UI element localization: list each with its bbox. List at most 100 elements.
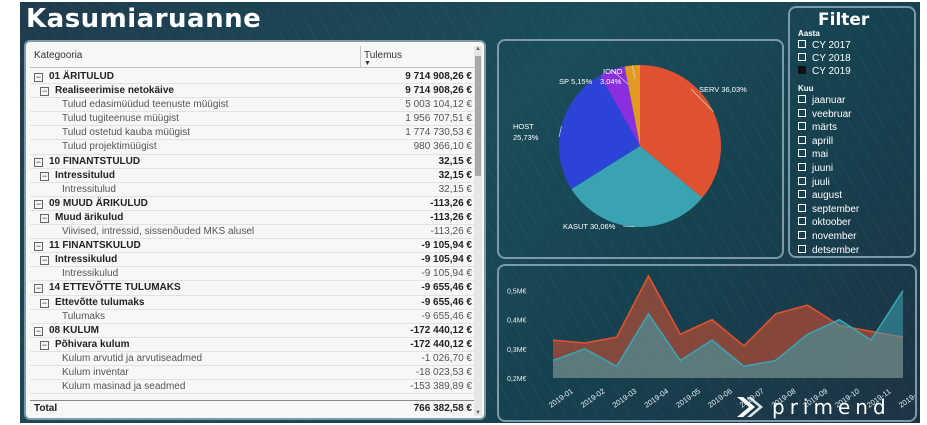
- month-option-label: aprill: [812, 135, 834, 147]
- row-label-text: Tulumaks: [62, 310, 105, 322]
- month-option[interactable]: mai: [798, 149, 828, 160]
- table-row[interactable]: Viivised, intressid, sissenõuded MKS alu…: [30, 225, 476, 240]
- pie-data-label: SERV 36,03%: [699, 85, 747, 94]
- table-row[interactable]: − Põhivara kulum -172 440,12 €: [30, 338, 476, 352]
- table-row[interactable]: Intressitulud 32,15 €: [30, 183, 476, 197]
- year-option[interactable]: CY 2017: [798, 40, 851, 51]
- sort-desc-icon[interactable]: ▼: [364, 60, 371, 67]
- collapse-icon[interactable]: −: [40, 298, 49, 308]
- pie-data-label: 3,04%: [600, 77, 622, 86]
- checkbox-icon[interactable]: [798, 176, 806, 185]
- checkbox-icon[interactable]: [798, 108, 806, 117]
- month-option-label: jaanuar: [812, 95, 846, 106]
- checkbox-icon[interactable]: [798, 135, 806, 144]
- table-row[interactable]: −08 KULUM -172 440,12 €: [30, 324, 476, 338]
- collapse-icon[interactable]: −: [34, 157, 43, 167]
- table-row[interactable]: Tulud edasimüüdud teenuste müügist 5 003 …: [30, 98, 476, 113]
- checkbox-icon[interactable]: [798, 53, 806, 61]
- table-row[interactable]: − Intressikulud -9 105,94 €: [30, 253, 476, 268]
- collapse-icon[interactable]: −: [40, 256, 49, 266]
- checkbox-icon[interactable]: [798, 190, 806, 199]
- scroll-down-icon[interactable]: ▼: [474, 410, 482, 416]
- collapse-icon[interactable]: −: [40, 87, 49, 97]
- checkbox-icon[interactable]: [798, 149, 806, 158]
- row-label: Tulud ostetud kauba müügist: [62, 126, 190, 140]
- month-option-label: veebruar: [812, 108, 852, 120]
- row-label: Kulum inventar: [62, 366, 129, 380]
- collapse-icon[interactable]: −: [34, 284, 43, 294]
- month-option-label: juuli: [812, 176, 830, 188]
- row-value: 1 774 730,53 €: [405, 127, 472, 139]
- column-separator[interactable]: [360, 46, 361, 68]
- x-tick-label: 2019-01: [547, 386, 575, 409]
- table-row[interactable]: − Realiseerimise netokäive 9 714 908,26 €: [30, 84, 476, 99]
- filter-panel: Filter Aasta CY 2017 CY 2018 CY 2019 Kuu j…: [788, 6, 916, 258]
- collapse-icon[interactable]: −: [40, 213, 49, 223]
- month-option[interactable]: jaanuar: [798, 95, 845, 106]
- scrollbar-thumb[interactable]: [475, 56, 481, 176]
- table-row[interactable]: − Intressitulud 32,15 €: [30, 169, 476, 183]
- checkbox-icon[interactable]: [798, 122, 806, 131]
- table-scrollbar[interactable]: ▲ ▼: [474, 46, 482, 416]
- month-option[interactable]: november: [798, 231, 856, 242]
- row-label-text: Viivised, intressid, sissenõuded MKS alu…: [62, 226, 255, 238]
- collapse-icon[interactable]: −: [40, 340, 49, 350]
- table-row[interactable]: − Ettevõtte tulumaks -9 655,46 €: [30, 296, 476, 310]
- checkbox-icon[interactable]: [798, 40, 806, 48]
- month-option[interactable]: juuli: [798, 176, 830, 188]
- total-row: Total 766 382,58 €: [30, 400, 476, 416]
- collapse-icon[interactable]: −: [34, 199, 43, 209]
- checkbox-icon[interactable]: [798, 203, 806, 212]
- month-option[interactable]: oktoober: [798, 217, 851, 228]
- row-label-text: Intressitulud: [55, 169, 116, 181]
- checkbox-icon[interactable]: [798, 95, 806, 103]
- pie-data-label: IONO: [603, 67, 622, 76]
- checkbox-icon[interactable]: [798, 163, 806, 171]
- table-row[interactable]: Intressikulud -9 105,94 €: [30, 267, 476, 282]
- table-row[interactable]: Kulum masinad ja seadmed -153 389,89 €: [30, 380, 476, 395]
- row-label: − Muud ärikulud: [40, 211, 123, 225]
- table-row[interactable]: Tulud tugiteenuse müügist 1 956 707,51 €: [30, 112, 476, 127]
- month-option[interactable]: märts: [798, 122, 837, 133]
- row-value: 9 714 908,26 €: [405, 85, 472, 97]
- checkbox-icon[interactable]: [798, 244, 806, 253]
- checkbox-icon[interactable]: [798, 66, 806, 74]
- collapse-icon[interactable]: −: [34, 326, 43, 336]
- table-row[interactable]: −01 ÄRITULUD 9 714 908,26 €: [30, 70, 476, 85]
- collapse-icon[interactable]: −: [40, 171, 49, 181]
- row-label: − Realiseerimise netokäive: [40, 84, 174, 98]
- year-option[interactable]: CY 2018: [798, 53, 851, 64]
- month-filter-label: Kuu: [798, 84, 814, 93]
- table-row[interactable]: −10 FINANTSTULUD 32,15 €: [30, 155, 476, 169]
- month-option-label: september: [812, 203, 860, 215]
- month-option[interactable]: august: [798, 190, 842, 201]
- month-option[interactable]: juuni: [798, 163, 833, 174]
- table-row[interactable]: Kulum arvutid ja arvutiseadmed -1 026,70 …: [30, 352, 476, 366]
- year-option[interactable]: CY 2019: [798, 66, 851, 77]
- collapse-icon[interactable]: −: [34, 242, 43, 252]
- checkbox-icon[interactable]: [798, 231, 806, 239]
- row-value: -172 440,12 €: [410, 338, 472, 350]
- pie-data-label: HOST: [513, 122, 534, 131]
- table-row[interactable]: −09 MUUD ÄRIKULUD -113,26 €: [30, 197, 476, 211]
- scroll-up-icon[interactable]: ▲: [474, 46, 482, 52]
- table-row[interactable]: − Muud ärikulud -113,26 €: [30, 211, 476, 226]
- table-row[interactable]: −11 FINANTSKULUD -9 105,94 €: [30, 239, 476, 254]
- table-row[interactable]: −14 ETTEVÕTTE TULUMAKS -9 655,46 €: [30, 281, 476, 296]
- column-header-category[interactable]: Kategooria: [34, 50, 82, 61]
- table-row[interactable]: Tulud ostetud kauba müügist 1 774 730,53 …: [30, 126, 476, 141]
- collapse-icon[interactable]: −: [34, 73, 43, 82]
- month-option[interactable]: aprill: [798, 135, 834, 147]
- month-option[interactable]: september: [798, 203, 860, 215]
- table-row[interactable]: Kulum inventar -18 023,53 €: [30, 366, 476, 381]
- total-value: 766 382,58 €: [413, 403, 472, 414]
- table-row[interactable]: Tulumaks -9 655,46 €: [30, 310, 476, 324]
- row-label-text: 01 ÄRITULUD: [49, 71, 115, 82]
- checkbox-icon[interactable]: [798, 217, 806, 226]
- month-option[interactable]: veebruar: [798, 108, 852, 120]
- x-tick-label: 2019-12: [897, 386, 915, 409]
- row-label-text: Intressitulud: [62, 183, 116, 195]
- month-option[interactable]: detsember: [798, 244, 859, 256]
- month-option-label: mai: [812, 149, 829, 161]
- table-row[interactable]: Tulud projektimüügist 980 366,10 €: [30, 140, 476, 155]
